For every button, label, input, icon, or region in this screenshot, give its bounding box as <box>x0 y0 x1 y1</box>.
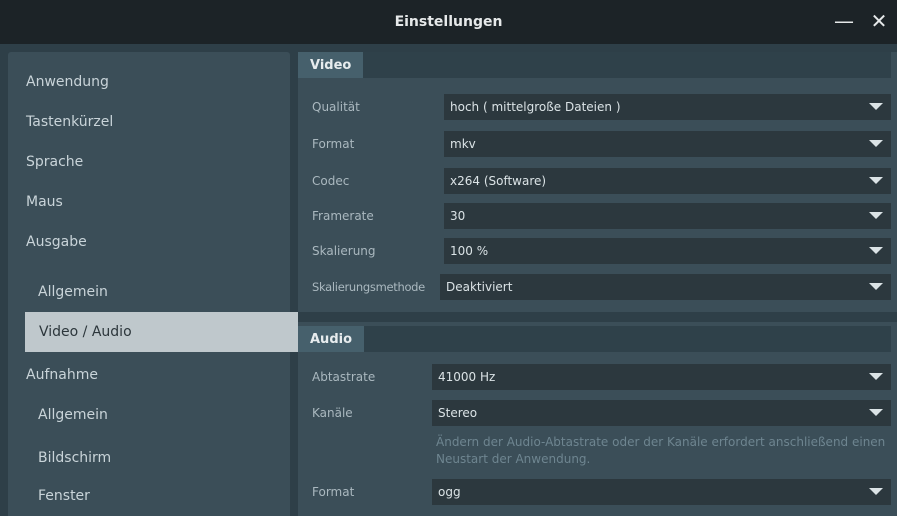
video-format-value: mkv <box>450 137 476 151</box>
framerate-value: 30 <box>450 209 466 223</box>
codec-value: x264 (Software) <box>450 174 547 188</box>
quality-label: Qualität <box>312 100 360 114</box>
chevron-down-icon <box>869 283 883 290</box>
sidebar-item-ausgabe[interactable]: Ausgabe <box>8 222 290 262</box>
sample-rate-value: 41000 Hz <box>438 370 496 384</box>
sidebar-item-sprache[interactable]: Sprache <box>8 142 290 182</box>
channels-select[interactable]: Stereo <box>432 400 891 426</box>
chevron-down-icon <box>869 409 883 416</box>
audio-format-label: Format <box>312 485 355 499</box>
channels-value: Stereo <box>438 406 478 420</box>
chevron-down-icon <box>869 212 883 219</box>
codec-select[interactable]: x264 (Software) <box>444 168 891 194</box>
video-section-title: Video <box>298 52 364 78</box>
sidebar-item-ausgabe-allgemein[interactable]: Allgemein <box>8 272 290 312</box>
settings-sidebar: Anwendung Tastenkürzel Sprache Maus Ausg… <box>8 52 298 516</box>
chevron-down-icon <box>869 488 883 495</box>
scaling-method-select[interactable]: Deaktiviert <box>440 274 891 300</box>
framerate-label: Framerate <box>312 209 374 223</box>
sidebar-item-bildschirm[interactable]: Bildschirm <box>8 438 290 478</box>
audio-section-header: Audio <box>298 326 891 352</box>
chevron-down-icon <box>869 177 883 184</box>
audio-format-select[interactable]: ogg <box>432 479 891 505</box>
audio-restart-note: Ändern der Audio-Abtastrate oder der Kan… <box>436 435 886 466</box>
video-section-header: Video <box>298 52 891 78</box>
quality-select[interactable]: hoch ( mittelgroße Dateien ) <box>444 94 891 120</box>
audio-section: Audio Abtastrate 41000 Hz Kanäle Stereo … <box>298 322 897 516</box>
sidebar-item-anwendung[interactable]: Anwendung <box>8 62 290 102</box>
sidebar-item-maus[interactable]: Maus <box>8 182 290 222</box>
close-icon[interactable]: ✕ <box>866 8 892 34</box>
sidebar-item-fenster[interactable]: Fenster <box>8 476 290 516</box>
chevron-down-icon <box>869 247 883 254</box>
sidebar-item-aufnahme-allgemein[interactable]: Allgemein <box>8 395 290 435</box>
sample-rate-select[interactable]: 41000 Hz <box>432 364 891 390</box>
audio-format-value: ogg <box>438 485 461 499</box>
chevron-down-icon <box>869 373 883 380</box>
format-label: Format <box>312 137 355 151</box>
codec-label: Codec <box>312 174 350 188</box>
minimize-icon[interactable]: — <box>831 8 857 34</box>
scaling-select[interactable]: 100 % <box>444 238 891 264</box>
scaling-method-value: Deaktiviert <box>446 280 513 294</box>
window-title: Einstellungen <box>394 14 503 30</box>
channels-label: Kanäle <box>312 406 353 420</box>
chevron-down-icon <box>869 140 883 147</box>
quality-value: hoch ( mittelgroße Dateien ) <box>450 100 621 114</box>
chevron-down-icon <box>869 103 883 110</box>
title-bar: Einstellungen — ✕ <box>0 0 897 44</box>
sidebar-item-tastenkuerzel[interactable]: Tastenkürzel <box>8 102 290 142</box>
framerate-select[interactable]: 30 <box>444 203 891 229</box>
sidebar-item-video-audio[interactable]: Video / Audio <box>25 312 298 352</box>
scaling-value: 100 % <box>450 244 489 258</box>
scaling-label: Skalierung <box>312 244 376 258</box>
scaling-method-label: Skalierungsmethode <box>312 280 425 294</box>
audio-section-title: Audio <box>298 326 365 352</box>
sidebar-item-aufnahme[interactable]: Aufnahme <box>8 355 290 395</box>
settings-content: Video Qualität hoch ( mittelgroße Dateie… <box>298 52 897 516</box>
video-section: Video Qualität hoch ( mittelgroße Dateie… <box>298 52 897 312</box>
sample-rate-label: Abtastrate <box>312 370 376 384</box>
video-format-select[interactable]: mkv <box>444 131 891 157</box>
